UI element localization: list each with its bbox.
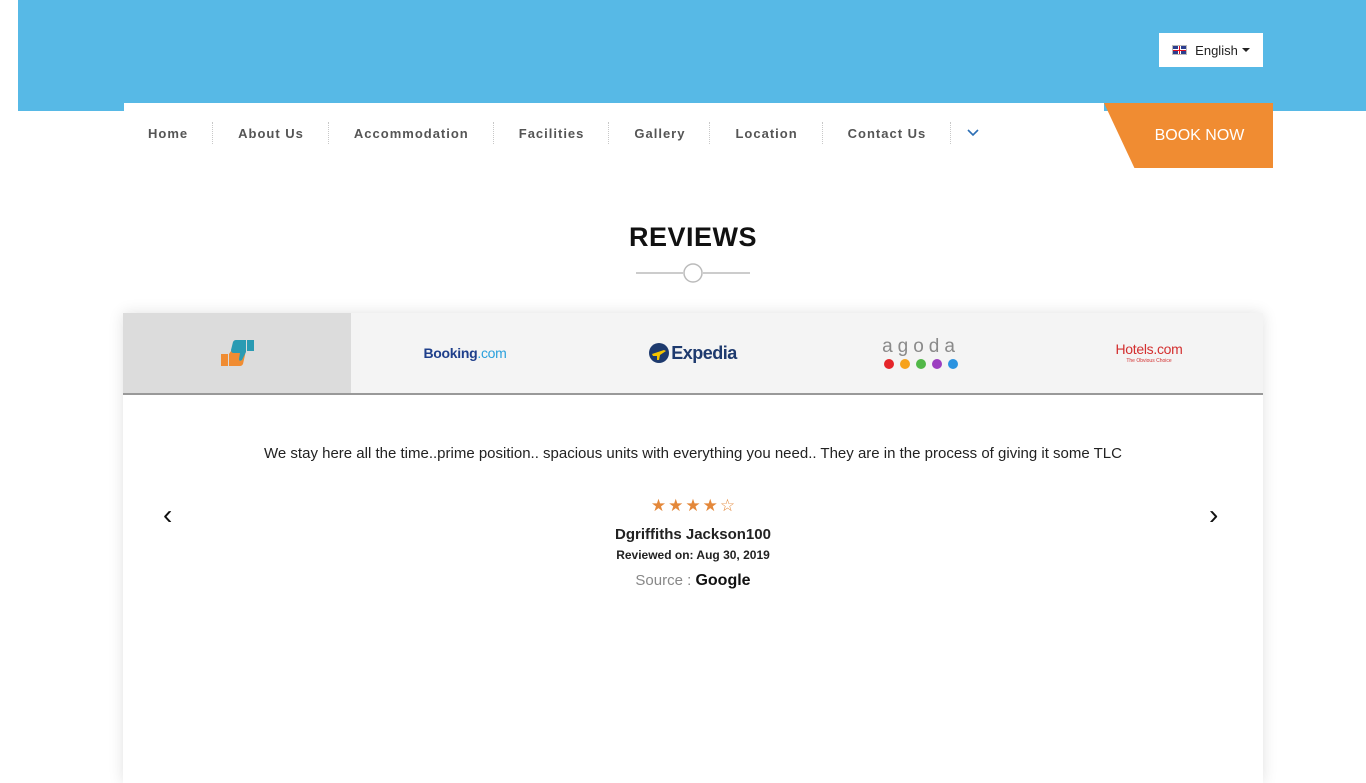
expedia-logo: Expedia xyxy=(649,343,737,364)
tab-hotels[interactable]: Hotels.com The Obvious Choice xyxy=(1035,313,1263,393)
caret-down-icon xyxy=(1241,48,1250,52)
nav-location[interactable]: Location xyxy=(710,121,823,144)
tab-agoda[interactable]: agoda xyxy=(807,313,1035,393)
review-text: We stay here all the time..prime positio… xyxy=(264,445,1122,462)
nav-accommodation[interactable]: Accommodation xyxy=(329,121,494,144)
book-now-label: BOOK NOW xyxy=(1154,126,1245,144)
tab-booking[interactable]: Booking.com xyxy=(351,313,579,393)
reviews-panel: Booking.com Expedia agoda Hotels.com The… xyxy=(123,313,1263,783)
review-source: Source : Google xyxy=(635,572,751,589)
nav-more-button[interactable] xyxy=(951,129,989,137)
nav-about-us[interactable]: About Us xyxy=(213,121,329,144)
nav-contact-us[interactable]: Contact Us xyxy=(823,121,952,144)
review-source-tabs: Booking.com Expedia agoda Hotels.com The… xyxy=(123,313,1263,395)
booking-logo: Booking.com xyxy=(423,345,507,361)
plane-icon xyxy=(649,343,670,363)
star-filled-icon: ★ xyxy=(668,496,684,515)
reviewer-name: Dgriffiths Jackson100 xyxy=(615,526,771,543)
tab-all-reviews[interactable] xyxy=(123,313,351,393)
star-empty-icon: ☆ xyxy=(719,496,736,515)
star-filled-icon: ★ xyxy=(702,496,718,515)
nav-facilities[interactable]: Facilities xyxy=(494,121,610,144)
book-now-button[interactable]: BOOK NOW xyxy=(1104,103,1273,168)
thumbs-icon xyxy=(221,340,254,366)
chevron-down-icon xyxy=(967,129,979,137)
uk-flag-icon xyxy=(1172,45,1188,55)
star-rating: ★ ★ ★ ★ ☆ xyxy=(123,496,1263,516)
main-nav: Home About Us Accommodation Facilities G… xyxy=(124,103,1104,163)
star-filled-icon: ★ xyxy=(650,496,667,515)
tab-expedia[interactable]: Expedia xyxy=(579,313,807,393)
prev-review-button[interactable]: ‹ xyxy=(163,501,172,529)
nav-home[interactable]: Home xyxy=(124,121,214,144)
next-review-button[interactable]: › xyxy=(1209,501,1218,529)
language-label: English xyxy=(1195,42,1238,58)
language-selector[interactable]: English xyxy=(1159,33,1263,67)
star-filled-icon: ★ xyxy=(685,496,701,515)
section-title: REVIEWS xyxy=(628,222,758,252)
title-divider xyxy=(636,263,750,283)
agoda-logo: agoda xyxy=(882,337,960,369)
review-date: Reviewed on: Aug 30, 2019 xyxy=(616,548,770,562)
nav-gallery[interactable]: Gallery xyxy=(609,121,711,144)
hotels-logo: Hotels.com The Obvious Choice xyxy=(1115,341,1183,365)
